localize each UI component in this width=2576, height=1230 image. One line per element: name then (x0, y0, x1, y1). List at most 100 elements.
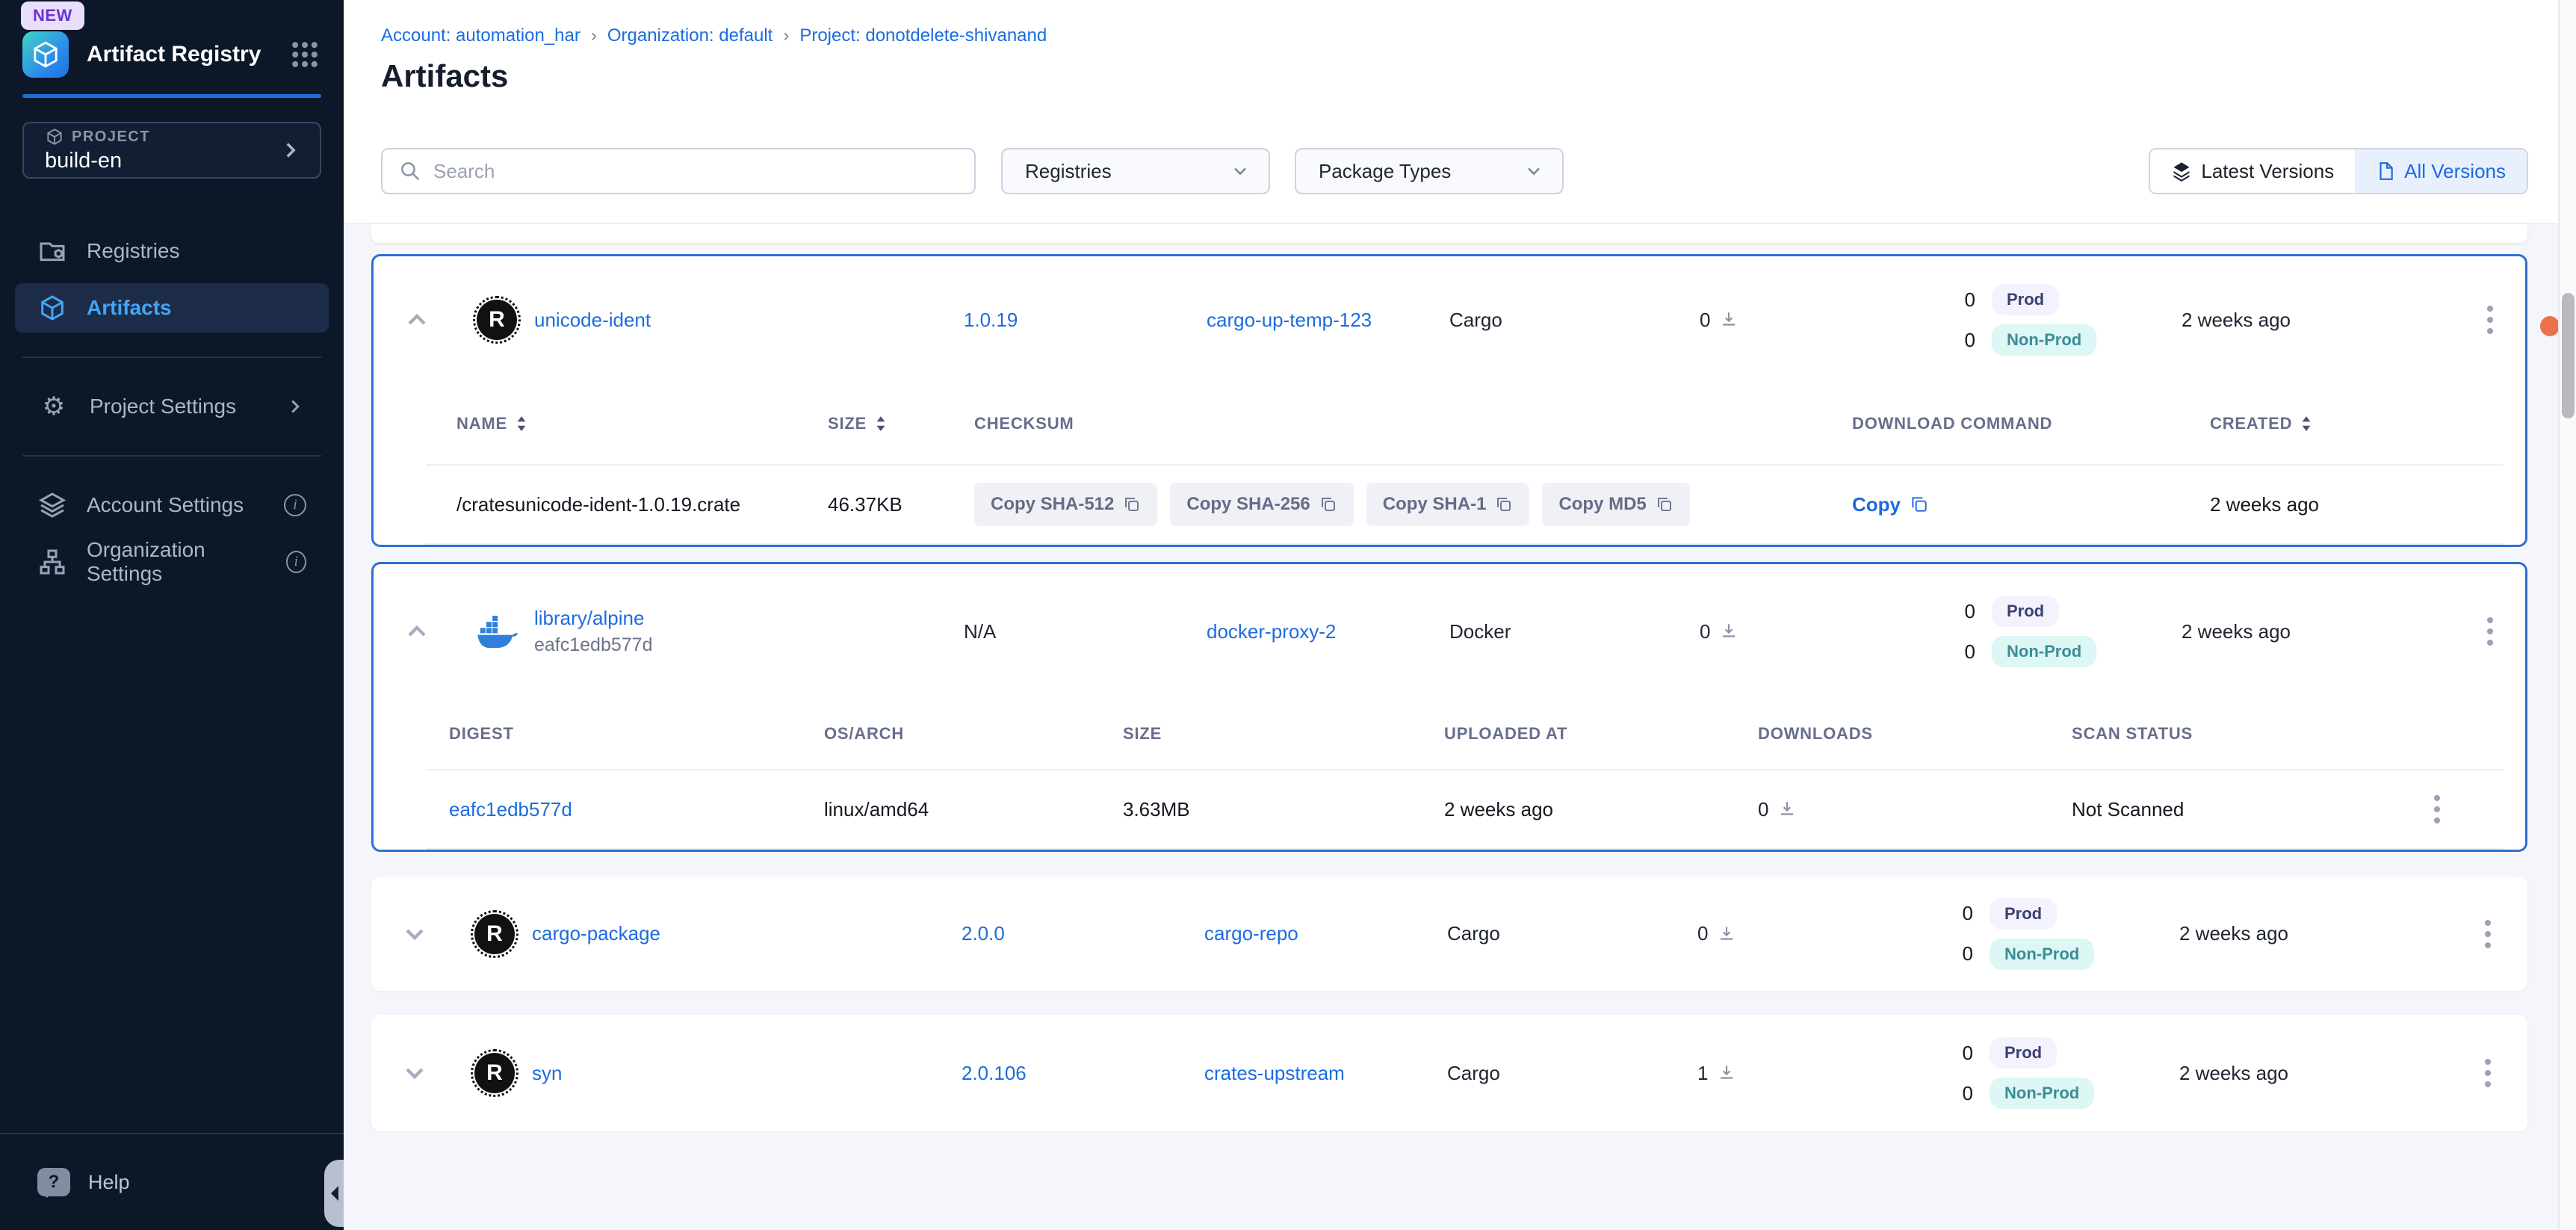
downloads-value: 0 (1700, 620, 1710, 643)
expand-row-chevron-down-icon[interactable] (400, 1058, 430, 1088)
package-types-filter-label: Package Types (1319, 160, 1451, 183)
latest-versions-label: Latest Versions (2201, 160, 2334, 183)
scrollbar-thumb[interactable] (2562, 293, 2575, 418)
column-header-os-arch: OS/ARCH (824, 724, 1123, 744)
info-icon[interactable]: i (284, 494, 306, 516)
collapse-left-icon (323, 1186, 338, 1201)
row-menu-kebab-icon[interactable] (2479, 1053, 2497, 1093)
column-header-scan-status: SCAN STATUS (2072, 724, 2371, 744)
environment-counts: 0Prod 0Non-Prod (1940, 898, 2179, 970)
filter-toolbar: Registries Package Types Latest Versions (344, 120, 2558, 224)
collapse-row-chevron-up-icon[interactable] (402, 616, 432, 646)
row-menu-kebab-icon[interactable] (2479, 914, 2497, 954)
artifact-row: R unicode-ident 1.0.19 cargo-up-temp-123… (374, 256, 2525, 383)
nav-divider (22, 356, 321, 358)
artifact-name-link[interactable]: syn (532, 1062, 962, 1085)
chevron-down-icon (1230, 161, 1251, 182)
copy-md5-button[interactable]: Copy MD5 (1542, 483, 1689, 526)
vertical-scrollbar[interactable] (2558, 0, 2576, 1230)
artifact-registry-link[interactable]: crates-upstream (1204, 1062, 1447, 1085)
artifact-row: R cargo-package 2.0.0 cargo-repo Cargo 0… (371, 877, 2527, 991)
artifact-name-link[interactable]: cargo-package (532, 922, 962, 945)
breadcrumb-project[interactable]: Project: donotdelete-shivanand (799, 25, 1047, 46)
registries-filter-dropdown[interactable]: Registries (1001, 148, 1270, 194)
project-selector[interactable]: PROJECT build-en (22, 122, 321, 179)
copy-sha256-button[interactable]: Copy SHA-256 (1170, 483, 1353, 526)
prod-count: 0 (1942, 600, 1975, 623)
column-header-created[interactable]: CREATED (2210, 414, 2503, 433)
all-versions-button[interactable]: All Versions (2355, 149, 2527, 193)
downloads-value: 1 (1697, 1062, 1708, 1085)
row-menu-kebab-icon[interactable] (2428, 789, 2446, 829)
row-menu-kebab-icon[interactable] (2481, 300, 2499, 340)
sidebar-item-label: Artifacts (87, 296, 172, 320)
column-header-size[interactable]: SIZE (828, 414, 974, 433)
nonprod-badge: Non-Prod (1992, 324, 2096, 356)
uploaded-at: 2 weeks ago (1444, 798, 1758, 821)
sort-icon[interactable] (515, 414, 528, 433)
artifact-name-link[interactable]: unicode-ident (534, 309, 964, 332)
artifact-registry-link[interactable]: cargo-up-temp-123 (1207, 309, 1449, 332)
sidebar-item-help[interactable]: ? Help (0, 1134, 344, 1230)
all-versions-label: All Versions (2404, 160, 2506, 183)
package-type: Cargo (1447, 922, 1697, 945)
project-cube-icon (45, 127, 64, 146)
main-content: Account: automation_har › Organization: … (344, 0, 2558, 1230)
artifact-name-link[interactable]: library/alpine (534, 607, 964, 630)
gear-icon: ⚙ (37, 394, 70, 419)
search-input[interactable] (433, 160, 958, 183)
file-icon (2376, 161, 2395, 182)
artifact-registry-link[interactable]: docker-proxy-2 (1207, 620, 1449, 643)
notification-dot (2540, 316, 2560, 336)
module-grid-icon[interactable] (288, 38, 321, 71)
copy-sha1-button[interactable]: Copy SHA-1 (1366, 483, 1530, 526)
docker-package-icon (476, 613, 518, 650)
digest-link[interactable]: eafc1edb577d (449, 798, 824, 821)
row-menu-kebab-icon[interactable] (2481, 611, 2499, 652)
download-command-copy-link[interactable]: Copy (1852, 493, 2210, 516)
copy-icon (1656, 495, 1674, 513)
cube-logo-icon (31, 40, 61, 69)
artifact-version-link[interactable]: 2.0.0 (962, 922, 1204, 945)
download-icon (1719, 622, 1739, 641)
file-created: 2 weeks ago (2210, 493, 2503, 516)
nonprod-badge: Non-Prod (1992, 636, 2096, 667)
artifact-registry-link[interactable]: cargo-repo (1204, 922, 1447, 945)
download-icon (1719, 310, 1739, 330)
collapse-row-chevron-up-icon[interactable] (402, 305, 432, 335)
sidebar-item-artifacts[interactable]: Artifacts (15, 283, 329, 333)
column-header-downloads: DOWNLOADS (1758, 724, 2072, 744)
sort-icon[interactable] (2300, 414, 2313, 433)
downloads-count: 1 (1697, 1062, 1940, 1085)
prod-count: 0 (1942, 288, 1975, 312)
sidebar-item-account-settings[interactable]: Account Settings i (15, 480, 329, 530)
nonprod-badge: Non-Prod (1990, 1078, 2094, 1109)
downloads-count: 0 (1700, 309, 1942, 332)
page-header: Account: automation_har › Organization: … (344, 0, 2558, 120)
sidebar-item-organization-settings[interactable]: Organization Settings i (15, 537, 329, 587)
sidebar-item-project-settings[interactable]: ⚙ Project Settings (15, 382, 329, 431)
search-box (381, 148, 976, 194)
copy-sha512-button[interactable]: Copy SHA-512 (974, 483, 1157, 526)
project-label: PROJECT (72, 129, 150, 146)
breadcrumb-organization[interactable]: Organization: default (607, 25, 773, 46)
column-header-download-command: DOWNLOAD COMMAND (1852, 414, 2210, 433)
artifact-version-link[interactable]: 2.0.106 (962, 1062, 1204, 1085)
breadcrumb-account[interactable]: Account: automation_har (381, 25, 580, 46)
expand-row-chevron-down-icon[interactable] (400, 919, 430, 949)
column-header-digest: DIGEST (449, 724, 824, 744)
artifact-version-link[interactable]: 1.0.19 (964, 309, 1207, 332)
sidebar-item-label: Account Settings (87, 493, 244, 517)
info-icon[interactable]: i (286, 551, 306, 573)
package-types-filter-dropdown[interactable]: Package Types (1295, 148, 1564, 194)
sidebar-item-label: Project Settings (90, 395, 236, 418)
artifact-digest-short: eafc1edb577d (534, 634, 964, 656)
sidebar-collapse-handle[interactable] (324, 1160, 344, 1227)
modified-time: 2 weeks ago (2182, 620, 2450, 643)
latest-versions-button[interactable]: Latest Versions (2150, 149, 2355, 193)
sidebar-item-registries[interactable]: Registries (15, 226, 329, 276)
column-header-name[interactable]: NAME (456, 414, 828, 433)
sort-icon[interactable] (874, 414, 888, 433)
copy-icon (1123, 495, 1141, 513)
os-arch: linux/amd64 (824, 798, 1123, 821)
